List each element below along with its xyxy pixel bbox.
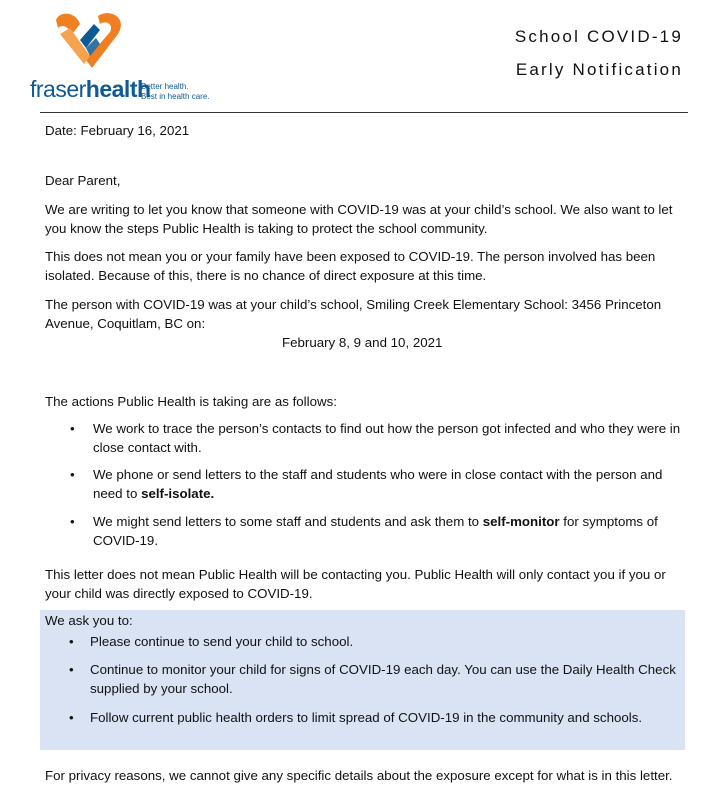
doc-title-line-2: Early Notification — [515, 60, 683, 79]
exposure-dates: February 8, 9 and 10, 2021 — [282, 335, 443, 350]
brand-light: fraser — [30, 76, 86, 102]
greeting: Dear Parent, — [45, 173, 121, 188]
letter-page: fraserhealth Better health. Best in heal… — [0, 0, 721, 797]
ask-text: Follow current public health orders to l… — [90, 710, 643, 725]
heart-logo-icon — [56, 13, 121, 68]
self-isolate-term: self-isolate. — [141, 485, 215, 501]
ask-box: We ask you to: • Please continue to send… — [40, 610, 685, 750]
self-monitor-term: self-monitor — [482, 514, 560, 529]
action-text: We might send letters to some staff and … — [93, 514, 658, 548]
action-text: We phone or send letters to the staff an… — [93, 467, 663, 501]
ask-text: Continue to monitor your child for signs… — [90, 662, 676, 696]
ask-intro: We ask you to: — [45, 613, 133, 628]
paragraph-1: We are writing to let you know that some… — [45, 202, 673, 236]
date-line: Date: February 16, 2021 — [45, 123, 190, 138]
bullet-icon: • — [70, 514, 75, 529]
action-text: We work to trace the person’s contacts t… — [93, 421, 681, 455]
bullet-icon: • — [69, 710, 74, 725]
fraser-health-logo: fraserhealth Better health. Best in heal… — [30, 10, 230, 102]
bullet-icon: • — [70, 421, 75, 436]
tagline-line-1: Better health. — [141, 82, 189, 91]
header-divider — [40, 112, 688, 113]
bullet-icon: • — [70, 467, 75, 482]
paragraph-4: This letter does not mean Public Health … — [45, 567, 666, 601]
doc-title-line-1: School COVID-19 — [514, 27, 683, 46]
bullet-icon: • — [69, 634, 74, 649]
paragraph-3: The person with COVID-19 was at your chi… — [45, 297, 662, 331]
actions-intro: The actions Public Health is taking are … — [45, 394, 337, 409]
ask-text: Please continue to send your child to sc… — [90, 634, 354, 649]
tagline-line-2: Best in health care. — [141, 92, 210, 101]
brand-wordmark: fraserhealth — [30, 76, 151, 103]
paragraph-2: This does not mean you or your family ha… — [45, 249, 656, 283]
brand-tagline: Better health. Best in health care. — [141, 82, 221, 102]
bullet-icon: • — [69, 662, 74, 677]
privacy-note: For privacy reasons, we cannot give any … — [45, 768, 673, 783]
